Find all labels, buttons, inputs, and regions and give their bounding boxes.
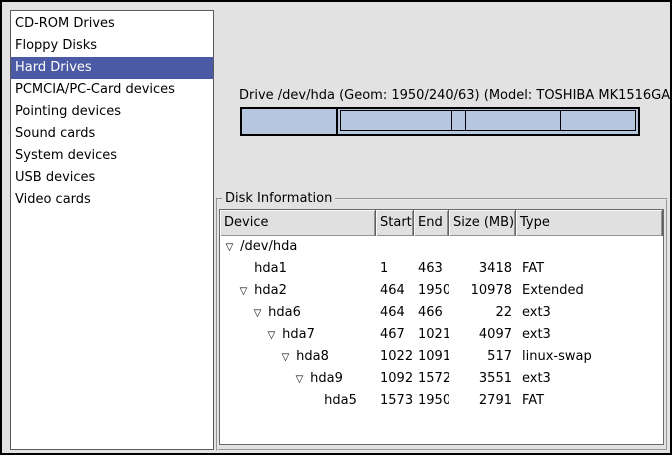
device-cell: hda5 xyxy=(220,390,376,412)
partition-bar-extended-hda2 xyxy=(336,109,638,134)
table-row-hda7[interactable]: ▽ hda746710214097ext3 xyxy=(220,324,663,346)
table-row-hda6[interactable]: ▽ hda646446622ext3 xyxy=(220,302,663,324)
drive-title: Drive /dev/hda (Geom: 1950/240/63) (Mode… xyxy=(239,88,672,103)
sidebar-item-video-cards[interactable]: Video cards xyxy=(11,189,213,211)
start-cell: 1092 xyxy=(376,368,414,390)
column-header-start[interactable]: Start xyxy=(376,210,414,236)
device-cell: ▽ hda8 xyxy=(220,346,376,368)
device-label: hda9 xyxy=(306,371,343,386)
expander-open-icon[interactable]: ▽ xyxy=(279,347,292,368)
type-cell: linux-swap xyxy=(516,346,663,368)
hardware-browser-window: CD-ROM DrivesFloppy DisksHard DrivesPCMC… xyxy=(0,0,672,455)
size-cell: 22 xyxy=(449,302,516,324)
sidebar-item-cd-rom-drives[interactable]: CD-ROM Drives xyxy=(11,13,213,35)
end-cell: 1950 xyxy=(414,280,449,302)
tree-indent xyxy=(223,403,307,404)
type-cell: ext3 xyxy=(516,302,663,324)
device-cell: ▽ hda9 xyxy=(220,368,376,390)
disk-information-legend: Disk Information xyxy=(222,191,335,206)
device-label: hda1 xyxy=(250,261,287,276)
partition-divider xyxy=(465,111,466,130)
device-label: hda6 xyxy=(264,305,301,320)
end-cell: 1572 xyxy=(414,368,449,390)
start-cell: 467 xyxy=(376,324,414,346)
end-cell: 1021 xyxy=(414,324,449,346)
partition-divider xyxy=(560,111,561,130)
end-cell: 1091 xyxy=(414,346,449,368)
type-cell: ext3 xyxy=(516,368,663,390)
tree-indent xyxy=(223,293,237,294)
size-cell: 2791 xyxy=(449,390,516,412)
table-row-dev-hda[interactable]: ▽ /dev/hda xyxy=(220,236,663,258)
start-cell xyxy=(376,236,414,258)
size-cell xyxy=(449,236,516,258)
size-cell: 10978 xyxy=(449,280,516,302)
device-cell: ▽ hda2 xyxy=(220,280,376,302)
device-cell: ▽ /dev/hda xyxy=(220,236,376,258)
end-cell xyxy=(414,236,449,258)
tree-indent xyxy=(223,271,237,272)
type-cell xyxy=(516,236,663,258)
column-header-size-mb[interactable]: Size (MB) xyxy=(449,210,516,236)
tree-indent xyxy=(223,381,293,382)
tree-indent xyxy=(223,359,279,360)
table-row-hda8[interactable]: ▽ hda810221091517linux-swap xyxy=(220,346,663,368)
end-cell: 466 xyxy=(414,302,449,324)
sidebar-item-floppy-disks[interactable]: Floppy Disks xyxy=(11,35,213,57)
partition-bar-logicals xyxy=(340,110,636,131)
device-label: hda5 xyxy=(320,393,357,408)
start-cell: 464 xyxy=(376,302,414,324)
partition-divider xyxy=(451,111,452,130)
type-cell: FAT xyxy=(516,390,663,412)
expander-open-icon[interactable]: ▽ xyxy=(223,237,236,258)
size-cell: 3551 xyxy=(449,368,516,390)
column-header-type[interactable]: Type xyxy=(516,210,663,236)
table-body: ▽ /dev/hda hda114633418FAT▽ hda246419501… xyxy=(220,236,663,412)
sidebar-item-pointing-devices[interactable]: Pointing devices xyxy=(11,101,213,123)
size-cell: 3418 xyxy=(449,258,516,280)
device-label: hda8 xyxy=(292,349,329,364)
expander-open-icon[interactable]: ▽ xyxy=(265,325,278,346)
sidebar-item-usb-devices[interactable]: USB devices xyxy=(11,167,213,189)
expander-open-icon[interactable]: ▽ xyxy=(237,281,250,302)
device-label: /dev/hda xyxy=(236,239,297,254)
type-cell: Extended xyxy=(516,280,663,302)
device-label: hda2 xyxy=(250,283,287,298)
sidebar-item-system-devices[interactable]: System devices xyxy=(11,145,213,167)
start-cell: 1022 xyxy=(376,346,414,368)
table-row-hda9[interactable]: ▽ hda9109215723551ext3 xyxy=(220,368,663,390)
end-cell: 1950 xyxy=(414,390,449,412)
type-cell: ext3 xyxy=(516,324,663,346)
type-cell: FAT xyxy=(516,258,663,280)
device-category-list[interactable]: CD-ROM DrivesFloppy DisksHard DrivesPCMC… xyxy=(10,10,214,450)
tree-indent xyxy=(223,315,251,316)
device-label: hda7 xyxy=(278,327,315,342)
column-header-end[interactable]: End xyxy=(414,210,449,236)
device-cell: ▽ hda7 xyxy=(220,324,376,346)
column-header-device[interactable]: Device xyxy=(220,210,376,236)
table-row-hda1[interactable]: hda1 14633418FAT xyxy=(220,258,663,280)
device-cell: hda1 xyxy=(220,258,376,280)
expander-open-icon[interactable]: ▽ xyxy=(251,303,264,324)
tree-indent xyxy=(223,337,265,338)
table-header-row: DeviceStartEndSize (MB)Type xyxy=(220,210,663,236)
partition-bar xyxy=(240,107,640,136)
size-cell: 4097 xyxy=(449,324,516,346)
device-cell: ▽ hda6 xyxy=(220,302,376,324)
start-cell: 1573 xyxy=(376,390,414,412)
sidebar-item-hard-drives[interactable]: Hard Drives xyxy=(11,57,213,79)
sidebar-item-pcmcia-pc-card-devices[interactable]: PCMCIA/PC-Card devices xyxy=(11,79,213,101)
table-row-hda2[interactable]: ▽ hda2464195010978Extended xyxy=(220,280,663,302)
start-cell: 464 xyxy=(376,280,414,302)
sidebar-item-sound-cards[interactable]: Sound cards xyxy=(11,123,213,145)
start-cell: 1 xyxy=(376,258,414,280)
size-cell: 517 xyxy=(449,346,516,368)
expander-open-icon[interactable]: ▽ xyxy=(293,369,306,390)
end-cell: 463 xyxy=(414,258,449,280)
table-row-hda5[interactable]: hda5 157319502791FAT xyxy=(220,390,663,412)
disk-information-table[interactable]: DeviceStartEndSize (MB)Type ▽ /dev/hda h… xyxy=(219,209,664,445)
